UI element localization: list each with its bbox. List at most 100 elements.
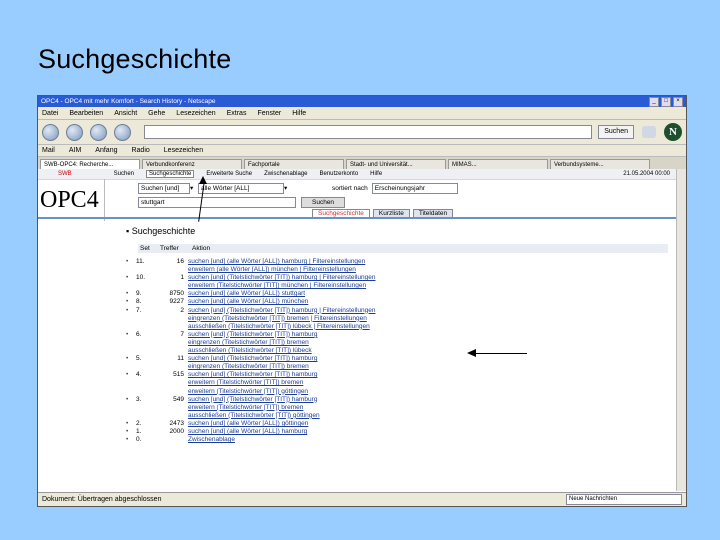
row-count [156, 436, 188, 444]
table-row: • 0. Zwischenablage [126, 436, 666, 444]
row-action-link[interactable]: suchen [und] (alle Wörter [ALL]) hamburg [188, 428, 666, 436]
url-input[interactable] [144, 125, 593, 139]
status-bar: Dokument: Übertragen abgeschlossen Neue … [38, 492, 686, 506]
bullet-icon: • [126, 330, 129, 338]
row-set [136, 379, 156, 387]
menu-gehe[interactable]: Gehe [148, 110, 165, 117]
chevron-down-icon[interactable]: ▾ [284, 184, 292, 192]
row-set [136, 363, 156, 371]
menu-ansicht[interactable]: Ansicht [114, 110, 137, 117]
search-input[interactable]: stuttgart [138, 196, 296, 208]
toolbar-radio[interactable]: Radio [131, 147, 149, 154]
minimize-button[interactable]: _ [649, 96, 659, 107]
menu-bearbeiten[interactable]: Bearbeiten [69, 110, 103, 117]
stop-icon[interactable] [114, 123, 131, 141]
row-count: 549 [173, 395, 184, 403]
row-action-link[interactable]: erweitern (Titelstichwörter [TIT]) breme… [188, 404, 666, 412]
sort-label: sortiert nach [332, 184, 368, 192]
row-action-link[interactable]: ausschließen (Titelstichwörter [TIT]) gö… [188, 412, 666, 420]
maximize-button[interactable]: □ [661, 96, 671, 107]
opc-search-button[interactable]: Suchen [301, 196, 346, 208]
row-action-link[interactable]: erweitern (Titelstichwörter [TIT]) münch… [188, 282, 666, 290]
row-action-link[interactable]: ausschließen (Titelstichwörter [TIT]) lü… [188, 323, 666, 331]
row-count [156, 266, 188, 274]
row-set [136, 266, 156, 274]
row-set [136, 282, 156, 290]
menu-extras[interactable]: Extras [227, 110, 247, 117]
table-row: erweitern (Titelstichwörter [TIT]) breme… [126, 404, 666, 412]
opc-menu-zwischenablage[interactable]: Zwischenablage [264, 171, 307, 177]
history-table: • 11. 16 suchen [und] (alle Wörter [ALL]) h… [126, 258, 666, 444]
row-set: 8. [136, 298, 142, 306]
row-count [156, 282, 188, 290]
reload-icon[interactable] [90, 123, 107, 141]
row-set: 7. [136, 306, 142, 314]
slide-title: Suchgeschichte [38, 44, 232, 74]
row-action-link[interactable]: eingrenzen (Titelstichwörter [TIT]) brem… [188, 363, 666, 371]
page-content: SWB Suchen Suchgeschichte Erweiterte Suc… [38, 169, 676, 491]
personal-toolbar: Mail AIM Anfang Radio Lesezeichen [38, 145, 686, 157]
row-set [136, 315, 156, 323]
opc-menu-benutzerkonto[interactable]: Benutzerkonto [319, 171, 358, 177]
row-action-link[interactable]: suchen [und] (Titelstichwörter [TIT]) ha… [188, 274, 666, 282]
row-action-link[interactable]: suchen [und] (Titelstichwörter [TIT]) ha… [188, 307, 666, 315]
table-row: • 1. 2000 suchen [und] (alle Wörter [ALL]) … [126, 428, 666, 436]
row-action-link[interactable]: suchen [und] (alle Wörter [ALL]) götting… [188, 420, 666, 428]
opc-menu-suchgeschichte[interactable]: Suchgeschichte [146, 170, 195, 178]
search-row-1: Suchen [und] ▾ alle Wörter [ALL] ▾ sorti… [138, 182, 458, 194]
toolbar-lesezeichen[interactable]: Lesezeichen [164, 147, 203, 154]
toolbar-anfang[interactable]: Anfang [95, 147, 117, 154]
row-count: 11 [177, 355, 184, 363]
menu-lesezeichen[interactable]: Lesezeichen [176, 110, 215, 117]
opc-menu-hilfe[interactable]: Hilfe [370, 171, 382, 177]
status-text: Dokument: Übertragen abgeschlossen [42, 496, 162, 503]
search-index-select[interactable]: alle Wörter [ALL] [198, 182, 284, 194]
row-action-link[interactable]: suchen [und] (alle Wörter [ALL]) münchen [188, 298, 666, 306]
browser-search-button[interactable]: Suchen [598, 125, 634, 139]
row-set: 3. [136, 395, 142, 403]
row-action-link[interactable]: suchen [und] (Titelstichwörter [TIT]) ha… [188, 355, 666, 363]
row-action-link[interactable]: suchen [und] (Titelstichwörter [TIT]) ha… [188, 396, 666, 404]
close-button[interactable]: × [673, 96, 683, 107]
window-titlebar: OPC4 - OPC4 mit mehr Komfort - Search Hi… [38, 96, 686, 107]
col-set[interactable]: Set [138, 244, 160, 253]
table-row: erweitern (Titelstichwörter [TIT]) münch… [126, 282, 666, 290]
opc-menu-suchen[interactable]: Suchen [114, 171, 134, 177]
toolbar-aim[interactable]: AIM [69, 147, 81, 154]
menu-datei[interactable]: Datei [42, 110, 58, 117]
row-count [156, 363, 188, 371]
opc-menu-erweiterte-suche[interactable]: Erweiterte Suche [206, 171, 252, 177]
row-action-link[interactable]: erweitern (alle Wörter [ALL]) münchen | … [188, 266, 666, 274]
row-action-link[interactable]: erweitern (Titelstichwörter [TIT]) götti… [188, 388, 666, 396]
scrollbar[interactable] [676, 169, 686, 491]
toolbar-mail[interactable]: Mail [42, 147, 55, 154]
row-action-link[interactable]: eingrenzen (Titelstichwörter [TIT]) brem… [188, 315, 666, 323]
row-set: 9. [136, 290, 142, 298]
search-field-select[interactable]: Suchen [und] [138, 182, 190, 194]
bullet-icon: • [126, 306, 129, 314]
table-row: • 11. 16 suchen [und] (alle Wörter [ALL]) h… [126, 258, 666, 266]
row-count: 2000 [169, 427, 184, 435]
row-action-link[interactable]: ausschließen (Titelstichwörter [TIT]) lü… [188, 347, 666, 355]
row-action-link[interactable]: eingrenzen (Titelstichwörter [TIT]) brem… [188, 339, 666, 347]
row-action-link[interactable]: suchen [und] (alle Wörter [ALL]) stuttga… [188, 290, 666, 298]
chevron-down-icon[interactable]: ▾ [190, 184, 198, 192]
row-action-link[interactable]: suchen [und] (alle Wörter [ALL]) hamburg… [188, 258, 666, 266]
menu-fenster[interactable]: Fenster [257, 110, 281, 117]
print-icon[interactable] [642, 126, 656, 138]
row-count: 9227 [169, 298, 184, 306]
table-row: • 8. 9227 suchen [und] (alle Wörter [ALL]) … [126, 298, 666, 306]
menu-hilfe[interactable]: Hilfe [292, 110, 306, 117]
sort-select[interactable]: Erscheinungsjahr [371, 182, 458, 194]
table-row: eingrenzen (Titelstichwörter [TIT]) brem… [126, 339, 666, 347]
row-action-link[interactable]: Zwischenablage [188, 436, 666, 444]
row-action-link[interactable]: erweitern (Titelstichwörter [TIT]) breme… [188, 379, 666, 387]
row-set [136, 347, 156, 355]
col-treffer[interactable]: Treffer [160, 244, 192, 253]
row-action-link[interactable]: suchen [und] (Titelstichwörter [TIT]) ha… [188, 371, 666, 379]
row-action-link[interactable]: suchen [und] (Titelstichwörter [TIT]) ha… [188, 331, 666, 339]
forward-icon[interactable] [66, 123, 83, 141]
back-icon[interactable] [42, 123, 59, 141]
col-aktion[interactable]: Aktion [192, 244, 210, 253]
navigation-toolbar: Suchen N [38, 120, 686, 145]
